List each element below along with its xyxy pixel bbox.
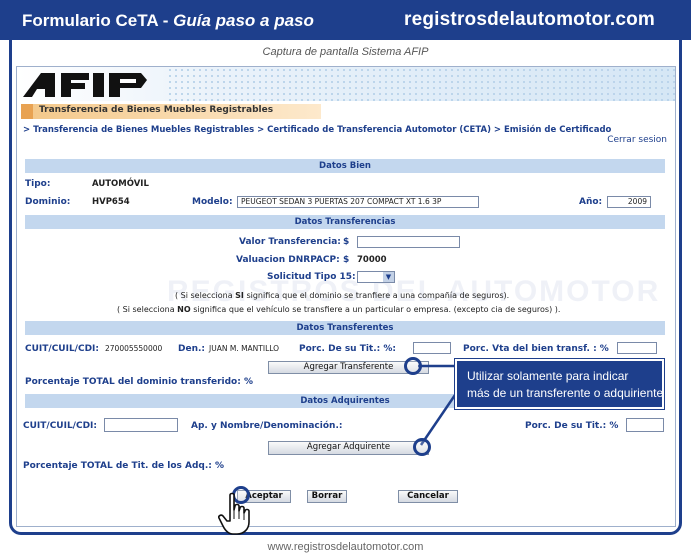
callout-line-1: Utilizar solamente para indicar — [467, 369, 629, 383]
footer-site: www.registrosdelautomotor.com — [267, 541, 424, 553]
pointer-hand-icon — [218, 492, 250, 535]
callout-connectors — [418, 364, 457, 446]
highlight-ring-adquirente — [413, 438, 431, 456]
highlight-ring-transferente — [404, 357, 422, 375]
callout-line-2: más de un transferente o adquiriente — [467, 386, 664, 400]
callout-box: Utilizar solamente para indicar más de u… — [454, 358, 665, 410]
